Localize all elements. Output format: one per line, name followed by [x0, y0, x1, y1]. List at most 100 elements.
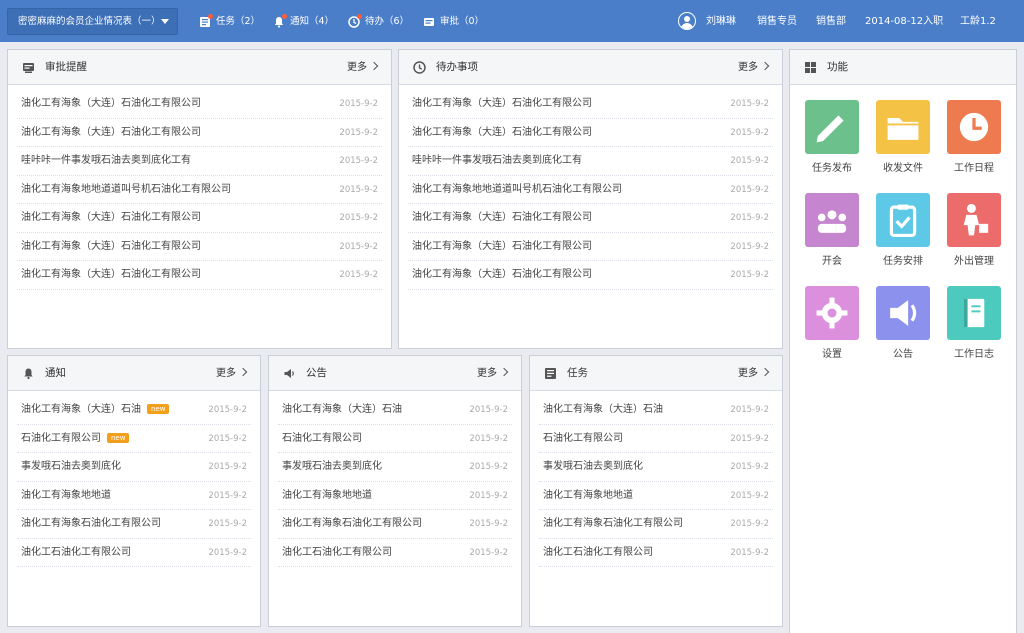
item-text: 哇咔咔一件事发哦石油去奥到底化工有 [412, 155, 582, 166]
item-text: 油化工有海象（大连）石油化工有限公司 [21, 212, 201, 223]
list-item[interactable]: 油化工有海象（大连）石油 2015-9-2 [539, 396, 773, 425]
list-item[interactable]: 油化工有海象（大连）石油 2015-9-2 [278, 396, 512, 425]
item-date: 2015-9-2 [469, 462, 508, 472]
approval-list: 油化工有海象（大连）石油化工有限公司 2015-9-2 油化工有海象（大连）石油化工… [8, 85, 391, 290]
function-tile[interactable]: 开会 [804, 193, 860, 267]
item-date: 2015-9-2 [730, 241, 769, 252]
list-item[interactable]: 油化工有海象（大连）石油化工有限公司 2015-9-2 [408, 261, 773, 290]
function-tile[interactable]: 任务发布 [804, 100, 860, 174]
item-date: 2015-9-2 [730, 405, 769, 415]
nav-tasks[interactable]: 任务（2） [199, 14, 260, 30]
pencil-icon [805, 100, 859, 154]
list-item[interactable]: 油化工有海象（大连）石油化工有限公司 2015-9-2 [408, 119, 773, 147]
more-link[interactable]: 更多 [738, 356, 768, 391]
speaker-icon [283, 367, 296, 380]
panel-header: 公告 更多 [269, 356, 521, 391]
clipboard-check-icon [876, 193, 930, 247]
avatar[interactable] [678, 12, 696, 30]
list-item[interactable]: 油化工有海象地地道 2015-9-2 [278, 482, 512, 510]
list-item[interactable]: 油化工有海象地地道道叫号机石油化工有限公司 2015-9-2 [408, 176, 773, 204]
more-link[interactable]: 更多 [216, 356, 246, 391]
item-text: 油化工有海象地地道道叫号机石油化工有限公司 [412, 183, 622, 195]
list-item[interactable]: 油化工有海象（大连）石油化工有限公司 2015-9-2 [17, 233, 382, 261]
list-item[interactable]: 油化工石油化工有限公司 2015-9-2 [17, 539, 251, 567]
item-title: 油化工有海象（大连）石油 [543, 396, 663, 424]
item-date: 2015-9-2 [208, 547, 247, 558]
org-select[interactable]: 密密麻麻的会员企业情况表（一） [7, 8, 178, 35]
item-title: 哇咔咔一件事发哦石油去奥到底化工有 [412, 147, 582, 175]
list-item[interactable]: 油化工有海象（大连）石油化工有限公司 2015-9-2 [17, 261, 382, 290]
item-title: 油化工有海象地地道 [21, 482, 111, 510]
list-item[interactable]: 油化工有海象石油化工有限公司 2015-9-2 [539, 510, 773, 539]
nav-approval[interactable]: 审批（0） [423, 14, 484, 30]
function-tile-label: 任务发布 [812, 163, 852, 174]
function-tile[interactable]: 设置 [804, 286, 860, 360]
user-name[interactable]: 刘琳琳 [706, 13, 736, 31]
announcement-panel: 公告 更多 油化工有海象（大连）石油 2015-9-2 石油化工有限公司 2015-9… [268, 355, 522, 627]
item-title: 油化工有海象（大连）石油化工有限公司 [21, 261, 201, 289]
user-dept: 销售部 [816, 16, 846, 27]
list-item[interactable]: 油化工有海象（大连）石油化工有限公司 2015-9-2 [408, 90, 773, 119]
list-item[interactable]: 哇咔咔一件事发哦石油去奥到底化工有 2015-9-2 [17, 147, 382, 176]
list-item[interactable]: 石油化工有限公司 2015-9-2 [278, 425, 512, 453]
item-text: 油化工有海象地地道 [282, 489, 372, 501]
item-text: 事发哦石油去奥到底化 [543, 461, 643, 472]
item-text: 油化工有海象石油化工有限公司 [543, 518, 683, 529]
item-title: 油化工有海象石油化工有限公司 [282, 510, 422, 538]
list-item[interactable]: 油化工有海象（大连）石油化工有限公司 2015-9-2 [17, 90, 382, 119]
nav-todo[interactable]: 待办（6） [348, 14, 409, 30]
item-date: 2015-9-2 [208, 462, 247, 472]
more-link[interactable]: 更多 [738, 50, 768, 85]
item-date: 2015-9-2 [469, 405, 508, 415]
list-item[interactable]: 油化工有海象石油化工有限公司 2015-9-2 [17, 510, 251, 539]
list-item[interactable]: 油化工有海象（大连）石油 new 2015-9-2 [17, 396, 251, 425]
item-title: 油化工有海象（大连）石油 [282, 396, 402, 424]
list-item[interactable]: 油化工有海象石油化工有限公司 2015-9-2 [278, 510, 512, 539]
list-item[interactable]: 石油化工有限公司 2015-9-2 [539, 425, 773, 453]
list-item[interactable]: 事发哦石油去奥到底化 2015-9-2 [17, 453, 251, 482]
list-item[interactable]: 油化工有海象（大连）石油化工有限公司 2015-9-2 [17, 204, 382, 233]
item-text: 事发哦石油去奥到底化 [282, 461, 382, 472]
list-item[interactable]: 油化工有海象（大连）石油化工有限公司 2015-9-2 [408, 233, 773, 261]
item-text: 油化工有海象石油化工有限公司 [21, 518, 161, 529]
item-text: 事发哦石油去奥到底化 [21, 461, 121, 472]
list-item[interactable]: 油化工有海象（大连）石油化工有限公司 2015-9-2 [17, 119, 382, 147]
function-tile[interactable]: 公告 [875, 286, 931, 360]
more-link[interactable]: 更多 [347, 50, 377, 85]
list-item[interactable]: 哇咔咔一件事发哦石油去奥到底化工有 2015-9-2 [408, 147, 773, 176]
task-list: 油化工有海象（大连）石油 2015-9-2 石油化工有限公司 2015-9-2 事发哦石… [530, 391, 782, 567]
item-text: 油化工有海象地地道道叫号机石油化工有限公司 [21, 183, 231, 195]
nav-notices[interactable]: 通知（4） [273, 14, 334, 30]
more-link[interactable]: 更多 [477, 356, 507, 391]
panel-title: 通知 [45, 367, 66, 379]
list-item[interactable]: 油化工有海象地地道 2015-9-2 [17, 482, 251, 510]
list-item[interactable]: 事发哦石油去奥到底化 2015-9-2 [539, 453, 773, 482]
function-tile[interactable]: 收发文件 [875, 100, 931, 174]
item-date: 2015-9-2 [730, 213, 769, 223]
list-item[interactable]: 油化工有海象地地道道叫号机石油化工有限公司 2015-9-2 [17, 176, 382, 204]
list-item[interactable]: 油化工石油化工有限公司 2015-9-2 [278, 539, 512, 567]
function-tile[interactable]: 任务安排 [875, 193, 931, 267]
nav-todo-label: 待办（6） [365, 16, 410, 27]
item-title: 事发哦石油去奥到底化 [282, 453, 382, 481]
list-item[interactable]: 石油化工有限公司 new 2015-9-2 [17, 425, 251, 453]
notice-panel: 通知 更多 油化工有海象（大连）石油 new 2015-9-2 石油化工有限公司 new… [7, 355, 261, 627]
org-select-label: 密密麻麻的会员企业情况表（一） [18, 16, 161, 27]
list-item[interactable]: 油化工有海象（大连）石油化工有限公司 2015-9-2 [408, 204, 773, 233]
item-title: 油化工有海象地地道道叫号机石油化工有限公司 [21, 176, 231, 204]
item-text: 油化工有海象（大连）石油 [543, 404, 663, 415]
panel-header: 待办事项 更多 [399, 50, 782, 85]
function-tile[interactable]: 工作日程 [946, 100, 1002, 174]
item-title: 油化工石油化工有限公司 [543, 539, 653, 567]
new-badge: new [107, 432, 130, 443]
approval-icon [423, 16, 435, 28]
new-badge: new [147, 404, 170, 414]
list-item[interactable]: 事发哦石油去奥到底化 2015-9-2 [278, 453, 512, 482]
function-tile[interactable]: 工作日志 [946, 286, 1002, 360]
item-date: 2015-9-2 [730, 462, 769, 472]
list-item[interactable]: 油化工石油化工有限公司 2015-9-2 [539, 539, 773, 567]
list-item[interactable]: 油化工有海象地地道 2015-9-2 [539, 482, 773, 510]
item-text: 油化工石油化工有限公司 [282, 546, 392, 558]
item-date: 2015-9-2 [469, 547, 508, 558]
function-tile[interactable]: 外出管理 [946, 193, 1002, 267]
